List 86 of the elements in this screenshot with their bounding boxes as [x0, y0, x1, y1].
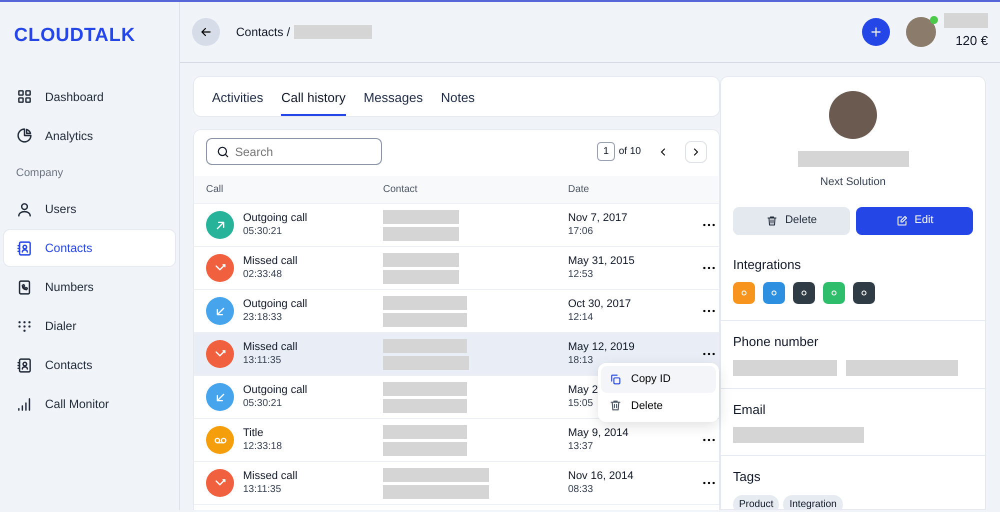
search-field[interactable]: Search	[206, 138, 382, 165]
back-button[interactable]	[192, 18, 220, 46]
copy-icon	[609, 372, 622, 386]
tab[interactable]: Notes	[440, 77, 475, 116]
table-row[interactable]: Missed call 13:11:35 Nov 16, 2014 08:33	[194, 462, 719, 505]
call-title: Missed call	[243, 340, 298, 354]
call-date: Nov 16, 2014	[568, 469, 634, 483]
section-title: Tags	[733, 468, 762, 486]
sidebar-item[interactable]: Users	[4, 191, 175, 227]
section-title: Integrations	[733, 256, 802, 274]
call-date: Oct 30, 2017	[568, 297, 631, 311]
column-header: Date	[568, 184, 590, 195]
call-title: Title	[243, 426, 264, 440]
call-duration: 05:30:21	[243, 225, 283, 239]
tab[interactable]: Activities	[212, 77, 264, 116]
call-date: May 12, 2019	[568, 340, 635, 354]
call-duration: 13:11:35	[243, 354, 282, 368]
pie-chart-icon	[16, 127, 33, 144]
call-time: 18:13	[568, 354, 594, 368]
delete-button[interactable]: Delete	[733, 206, 850, 234]
plus-icon	[869, 25, 883, 39]
edit-button[interactable]: Edit	[856, 206, 973, 234]
tag: Product	[733, 494, 780, 509]
call-time: 13:37	[568, 440, 594, 454]
call-date: May 9, 2014	[568, 426, 629, 440]
table-row[interactable]: Outgoing call 05:30:21 Nov 7, 2017 17:06	[194, 204, 719, 247]
search-icon	[216, 145, 230, 159]
call-title: Missed call	[243, 469, 298, 483]
section-title: Phone number	[733, 333, 820, 351]
sidebar-item[interactable]: Contacts	[4, 347, 175, 383]
call-time: 08:33	[568, 483, 594, 497]
page-total: of 10	[618, 145, 641, 159]
contact-card-icon	[16, 356, 33, 374]
integration-icon[interactable]	[793, 282, 815, 304]
tab[interactable]: Messages	[364, 77, 423, 116]
balance-amount: 120 €	[955, 32, 988, 50]
section-label: Company	[15, 166, 64, 180]
section-title: Email	[733, 400, 767, 418]
trash-icon	[609, 399, 622, 412]
call-duration: 02:33:48	[243, 268, 283, 282]
trash-icon	[766, 214, 778, 226]
integration-icon[interactable]	[853, 282, 875, 304]
call-time: 12:14	[568, 311, 594, 325]
call-date: May 31, 2015	[568, 254, 635, 268]
sidebar-item[interactable]: Dialer	[4, 308, 175, 344]
call-title: Outgoing call	[243, 211, 308, 225]
sidebar-item[interactable]: Contacts	[4, 230, 175, 266]
signal-bars-icon	[16, 396, 33, 412]
sidebar-item[interactable]: Analytics	[4, 118, 175, 154]
call-date: Nov 7, 2017	[568, 211, 628, 225]
next-page-button[interactable]	[685, 140, 707, 162]
contact-card-icon	[16, 240, 33, 256]
redacted-block	[944, 13, 988, 28]
call-time: 15:05	[568, 397, 594, 411]
breadcrumb-link[interactable]: Contacts /	[236, 23, 290, 41]
phone-document-icon	[16, 278, 33, 296]
column-header: Contact	[383, 183, 418, 197]
call-time: 12:53	[568, 268, 594, 282]
call-title: Outgoing call	[243, 383, 308, 397]
table-row[interactable]: Missed call 02:33:48 May 31, 2015 12:53	[194, 247, 719, 290]
call-time: 17:06	[568, 225, 594, 239]
sidebar-item[interactable]: Dashboard	[4, 78, 175, 114]
menu-item[interactable]: Delete	[601, 392, 716, 419]
user-icon	[16, 200, 33, 218]
sidebar-item[interactable]: Call Monitor	[4, 386, 175, 422]
call-title: Missed call	[243, 254, 298, 268]
call-duration: 05:30:21	[243, 397, 283, 411]
call-duration: 23:18:33	[243, 311, 283, 325]
page-number-field[interactable]: 1	[597, 142, 615, 161]
logo[interactable]: CLOUDTALK	[14, 22, 136, 50]
grid-icon	[16, 88, 33, 105]
user-avatar[interactable]	[906, 17, 936, 47]
company-name: Next Solution	[820, 175, 886, 190]
tag: Integration	[783, 494, 843, 509]
contact-photo	[829, 91, 877, 139]
column-header: Call	[206, 183, 224, 197]
sidebar-item[interactable]: Numbers	[4, 269, 175, 305]
call-duration: 13:11:35	[243, 483, 282, 497]
arrow-left-icon	[199, 25, 213, 39]
call-title: Outgoing call	[243, 297, 308, 311]
add-button[interactable]	[862, 18, 890, 46]
call-duration: 12:33:18	[243, 440, 282, 454]
call-date: May 2	[568, 383, 598, 397]
menu-item[interactable]: Copy ID	[601, 366, 716, 392]
edit-icon	[896, 214, 908, 226]
tab[interactable]: Call history	[281, 77, 346, 116]
